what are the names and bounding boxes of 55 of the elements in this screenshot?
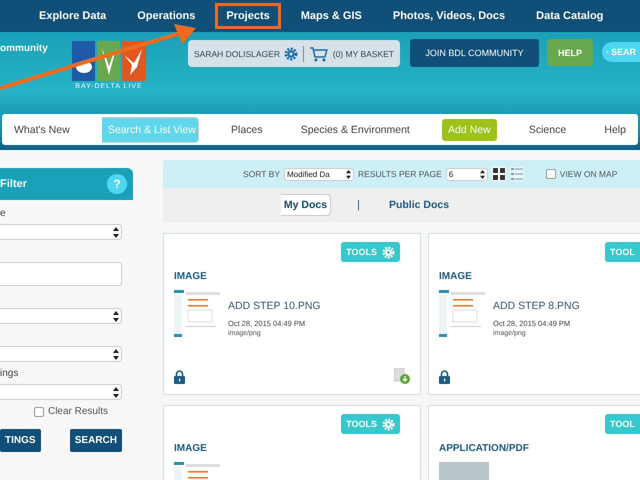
stepper-icon — [480, 170, 485, 178]
nav-tab[interactable]: Science — [522, 118, 572, 140]
download-icon[interactable] — [394, 368, 410, 384]
select-field[interactable] — [0, 384, 122, 400]
cart-icon[interactable] — [308, 46, 329, 62]
view-on-map-label: VIEW ON MAP — [560, 169, 618, 179]
nav-link[interactable]: Data Catalog — [525, 3, 614, 29]
nav-tab[interactable]: What's New — [8, 118, 76, 140]
nav-link[interactable]: Photos, Videos, Docs — [382, 3, 516, 29]
select-field[interactable] — [0, 346, 122, 362]
sort-label: SORT BY — [243, 169, 280, 179]
checkbox[interactable] — [546, 169, 556, 179]
document-type: IMAGE — [439, 271, 473, 282]
stepper-icon — [113, 226, 119, 238]
document-type: IMAGE — [174, 271, 208, 282]
stepper-icon — [113, 310, 119, 322]
nav-link[interactable]: Explore Data — [28, 3, 118, 29]
nav-link[interactable]: Maps & GIS — [290, 3, 373, 29]
community-text: ommunity — [0, 43, 48, 54]
input-field[interactable] — [0, 262, 122, 286]
filter-title: Filter — [0, 178, 27, 190]
per-page-label: RESULTS PER PAGE — [358, 169, 442, 179]
doc-tab[interactable]: Public Docs — [386, 196, 452, 214]
filter-button[interactable]: SEARCH — [70, 429, 122, 452]
document-type: APPLICATION/PDF — [439, 443, 530, 454]
field-label: e — [0, 208, 7, 221]
nav-link[interactable]: Operations — [126, 3, 206, 29]
checkbox[interactable] — [34, 406, 44, 416]
nav-link[interactable]: Projects — [215, 3, 281, 29]
stepper-icon — [346, 170, 352, 178]
doc-tab[interactable]: My Docs — [280, 194, 332, 216]
select-field[interactable] — [0, 308, 122, 324]
basket-link[interactable]: (0) MY BASKET — [332, 48, 394, 58]
user-name[interactable]: SARAH DOLISLAGER — [194, 48, 280, 58]
checkbox-label: Clear Results — [48, 406, 108, 417]
stepper-icon — [113, 348, 119, 360]
filter-button[interactable]: TINGS — [0, 429, 41, 452]
per-page-dropdown[interactable]: 6 — [446, 168, 488, 180]
join-community-button[interactable]: JOIN BDL COMMUNITY — [410, 39, 539, 67]
document-type: IMAGE — [174, 443, 208, 454]
settings-icon — [382, 418, 395, 430]
document-title[interactable]: ADD STEP 8.PNG — [493, 300, 580, 312]
document-title[interactable]: ADD STEP 10.PNG — [228, 300, 321, 312]
field-label: ings — [0, 368, 20, 381]
settings-icon[interactable] — [284, 46, 298, 60]
sort-dropdown[interactable]: Modified Da — [284, 168, 354, 180]
select-field[interactable] — [0, 224, 122, 240]
settings-icon — [382, 246, 395, 258]
nav-tab[interactable]: Species & Environment — [294, 118, 416, 140]
stepper-icon — [113, 386, 119, 398]
nav-tab[interactable]: Places — [225, 118, 269, 140]
nav-tab[interactable]: Help — [598, 118, 632, 140]
logo-icon — [72, 41, 146, 81]
tab-separator: | — [357, 199, 360, 211]
grid-view-icon[interactable] — [492, 167, 506, 181]
